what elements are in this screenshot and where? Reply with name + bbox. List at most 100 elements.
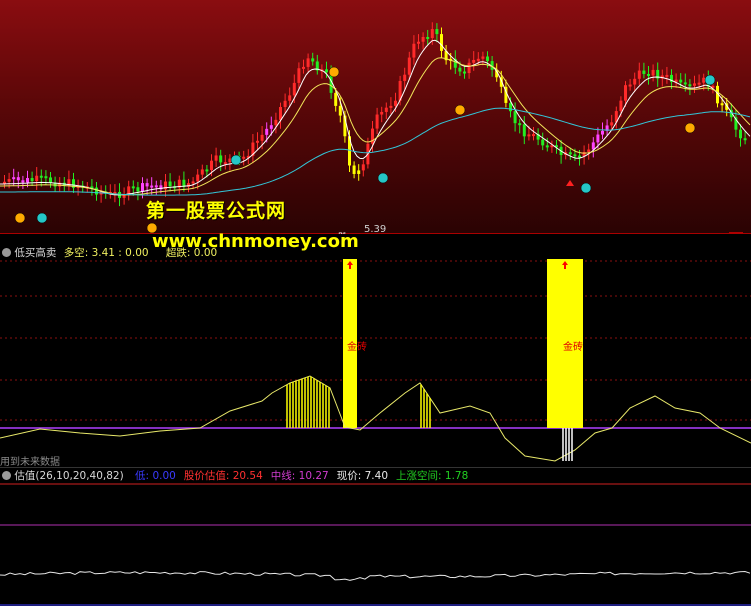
valuation-item: 上涨空间: 1.78	[396, 470, 469, 482]
valuation-item-value: 0.00	[152, 470, 176, 482]
price-candle	[476, 58, 480, 61]
price-candle	[702, 77, 706, 83]
watermark-title: 第一股票公式网	[146, 200, 287, 222]
price-candle	[407, 57, 411, 75]
price-candle	[334, 92, 338, 106]
price-candle	[527, 134, 531, 137]
price-candle	[697, 82, 701, 85]
price-chart-pane[interactable]: 跌 5.39 增	[0, 0, 751, 234]
price-candle	[633, 78, 637, 85]
price-candle	[683, 82, 687, 85]
indicator2-pane[interactable]	[0, 467, 751, 606]
signal-icon	[454, 104, 466, 116]
price-candle	[292, 82, 296, 96]
valuation-item-value: 10.27	[298, 470, 329, 482]
price-candle	[518, 123, 522, 126]
price-candle	[679, 79, 683, 83]
watermark-url: www.chnmoney.com	[152, 231, 359, 252]
price-candle	[532, 134, 535, 137]
valuation-item-value: 20.54	[232, 470, 263, 482]
price-candle	[205, 169, 209, 172]
signal-icon	[328, 66, 340, 78]
price-candle	[421, 36, 425, 42]
valuation-item-label: 低	[135, 470, 146, 482]
price-candle	[458, 67, 462, 72]
indicator2-canvas[interactable]	[0, 467, 751, 606]
price-candle	[311, 58, 315, 62]
up-arrow-icon	[566, 180, 574, 186]
indicator1-canvas[interactable]	[0, 243, 751, 465]
price-candle	[260, 134, 264, 141]
price-candle	[35, 175, 39, 182]
price-candle	[357, 170, 361, 174]
price-candle	[665, 74, 669, 77]
price-candle	[265, 128, 269, 135]
price-candle	[624, 85, 627, 101]
price-candle	[688, 84, 692, 87]
signal-icon	[230, 154, 242, 166]
ma-mid-line	[0, 57, 751, 196]
price-candle	[380, 111, 384, 115]
price-candle	[297, 68, 301, 83]
indicator1-line1-values: 3.41 : 0.00	[91, 247, 149, 259]
valuation-item: 股价估值: 20.54	[183, 470, 263, 482]
price-candle	[242, 156, 246, 159]
signal-icon	[377, 172, 389, 184]
price-line	[0, 570, 751, 581]
price-candle	[375, 114, 379, 129]
price-candle	[256, 140, 259, 143]
price-candle	[693, 83, 696, 86]
price-candle	[440, 34, 443, 51]
low-price-label: 5.39	[364, 224, 387, 234]
price-candle	[573, 154, 577, 157]
right-badge: 增	[729, 232, 743, 234]
gold-bar-label-2: 金砖	[563, 342, 583, 353]
price-candle	[168, 181, 172, 187]
price-candle	[7, 179, 11, 182]
collapse-icon[interactable]	[2, 471, 11, 480]
price-candle	[141, 183, 144, 192]
price-candle	[352, 165, 356, 174]
valuation-item: 中线: 10.27	[270, 470, 329, 482]
price-candle	[325, 69, 328, 73]
price-candle	[214, 155, 218, 161]
indicator1-line1-label: 多空	[63, 247, 85, 259]
price-candle	[288, 95, 292, 101]
price-chart-canvas[interactable]	[0, 0, 751, 234]
price-candle	[619, 100, 623, 112]
price-candle	[647, 73, 650, 76]
price-candle	[513, 111, 517, 124]
price-candle	[435, 29, 439, 35]
price-candle	[49, 177, 52, 183]
price-candle	[522, 124, 526, 137]
collapse-icon[interactable]	[2, 248, 11, 257]
price-candle	[587, 149, 591, 153]
price-candle	[610, 122, 614, 126]
price-candle	[430, 29, 434, 39]
price-candle	[200, 169, 204, 175]
price-candle	[720, 103, 724, 106]
price-candle	[26, 178, 29, 183]
indicator1-pane[interactable]	[0, 243, 751, 465]
price-candle	[269, 125, 273, 129]
price-candle	[601, 130, 604, 135]
valuation-item-label: 中线	[270, 470, 292, 482]
price-candle	[417, 41, 420, 44]
price-candle	[338, 105, 342, 116]
price-candle	[306, 58, 310, 67]
indicator2-params: (26,10,20,40,82)	[35, 470, 124, 482]
price-candle	[196, 174, 200, 182]
signal-icon	[580, 182, 592, 194]
price-candle	[16, 177, 20, 181]
price-candle	[545, 145, 549, 148]
price-candle	[637, 70, 641, 79]
price-candle	[412, 43, 416, 58]
ma-long-line	[0, 107, 751, 196]
price-candle	[426, 36, 430, 39]
price-candle	[472, 59, 476, 63]
indicator2-name: 估值	[14, 470, 36, 482]
price-candle	[481, 56, 485, 59]
ma-short-line	[0, 39, 751, 196]
signal-icon	[36, 212, 48, 224]
price-candle	[145, 183, 149, 187]
